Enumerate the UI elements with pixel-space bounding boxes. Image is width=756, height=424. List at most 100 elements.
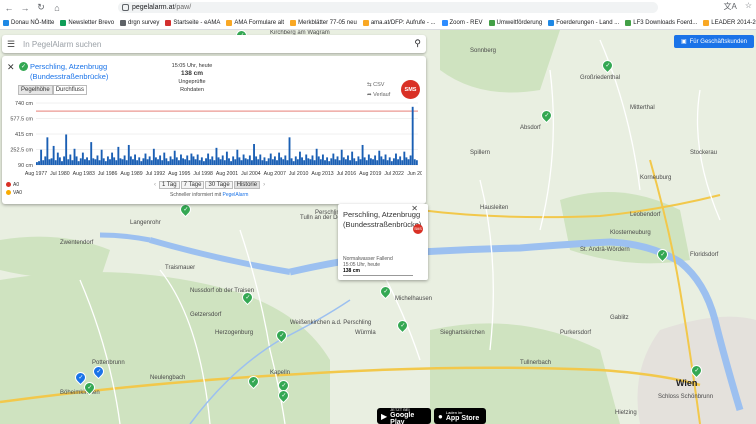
panel-actions: ⇆ CSV ➦ Verlauf [367, 80, 390, 100]
place-label: Getzersdorf [190, 312, 222, 318]
bookmark-item[interactable]: LEADER 2014-2020 [703, 19, 756, 26]
gauge-marker-icon[interactable]: ✓ [177, 201, 194, 218]
range-history[interactable]: Historie [233, 181, 261, 189]
gauge-marker-icon[interactable]: ✓ [245, 373, 262, 390]
bookmark-label: drgn survey [128, 19, 160, 26]
range-30-days[interactable]: 30 Tage [205, 181, 233, 189]
bookmark-item[interactable]: Merkblätter 77-05 neu [290, 19, 357, 26]
chart-bar [359, 159, 362, 165]
gauge-marker-icon[interactable]: ✓ [538, 107, 555, 124]
gauge-marker-icon[interactable]: ✓ [654, 246, 671, 263]
range-7-days[interactable]: 7 Tage [180, 181, 205, 189]
csv-link[interactable]: ⇆ CSV [367, 80, 390, 90]
reload-icon[interactable]: ↻ [34, 1, 48, 14]
popup-sms-icon[interactable]: SMS [413, 224, 423, 234]
chart-bar [106, 156, 109, 165]
app-store-text: Laden im App Store [446, 410, 479, 422]
chart-bar [150, 160, 153, 165]
search-icon[interactable]: ⚲ [414, 38, 421, 49]
bookmark-item[interactable]: Foerderungen - Land ... [548, 19, 619, 26]
address-bar[interactable]: pegelalarm.at/paw/ [118, 2, 658, 13]
station-name[interactable]: Perschling, Atzenbrugg (Bundesstraßenbrü… [30, 62, 130, 82]
chart-bar [79, 158, 82, 165]
reading-timestamp: 15:05 Uhr, heute [171, 63, 213, 69]
chart-bar [200, 157, 203, 165]
chevron-right-icon[interactable]: › [261, 182, 267, 188]
back-icon[interactable]: ← [2, 1, 16, 14]
site-info-icon[interactable] [122, 4, 129, 11]
close-icon[interactable]: ✕ [7, 62, 15, 73]
chart-ytick-label: 577.5 cm [10, 117, 33, 123]
forward-icon[interactable]: → [18, 1, 32, 14]
place-label: Traismauer [165, 265, 196, 271]
bookmark-label: LEADER 2014-2020 [711, 19, 756, 26]
chart-bar [202, 161, 205, 165]
water-level-chart[interactable]: 740 cm 577.5 cm 415 cm 252.5 cm 90 cm Aug 197… [4, 99, 422, 179]
bookmark-item[interactable]: LF3 Downloads Foerd... [625, 19, 697, 26]
sms-button[interactable]: SMS [401, 80, 420, 99]
search-bar[interactable]: ☰ In PegelAlarm suchen ⚲ [2, 35, 426, 53]
gauge-marker-icon[interactable]: ✓ [599, 57, 616, 74]
chart-bar [117, 146, 120, 165]
gauge-marker-icon[interactable]: ✓ [377, 283, 394, 300]
chart-xtick-label: Jun 2025 [407, 171, 422, 177]
chart-bar [88, 160, 91, 165]
chart-bar [58, 157, 61, 165]
chart-bar [152, 148, 155, 165]
chart-bar [367, 154, 370, 165]
station-panel: ✕ ✓ Perschling, Atzenbrugg (Bundesstraße… [2, 56, 426, 204]
tab-durchfluss[interactable]: Durchfluss [52, 85, 88, 95]
bookmark-favicon-icon [120, 19, 127, 26]
google-play-badge[interactable]: ▶ JETZT BEI Google Play [377, 407, 431, 424]
bookmark-label: Umweltförderung [496, 19, 543, 26]
chart-xtick-label: Jul 2016 [337, 171, 357, 177]
bookmark-item[interactable]: Umweltförderung [488, 19, 543, 26]
chart-bar [238, 157, 241, 165]
bookmark-item[interactable]: ama.at/DFP: Aufrufe - ... [362, 19, 436, 26]
place-label: Kapelln [270, 370, 291, 376]
bookmark-item[interactable]: Startseite - eAMA [165, 19, 220, 26]
chart-bar [344, 159, 347, 165]
chevron-left-icon[interactable]: ‹ [152, 182, 158, 188]
star-icon[interactable]: ☆ [745, 1, 752, 12]
bookmark-favicon-icon [290, 19, 297, 26]
translate-icon[interactable]: 文A [723, 1, 736, 12]
bookmark-item[interactable]: Zoom - REV [441, 19, 483, 26]
chart-bar [248, 155, 251, 165]
powered-brand[interactable]: PegelAlarm [223, 192, 249, 198]
chart-bar [38, 161, 40, 165]
station-popup[interactable]: ✕ Perschling, Atzenbrugg (Bundesstraßenb… [338, 204, 428, 280]
csv-label: CSV [373, 82, 385, 88]
chart-bar [411, 106, 414, 165]
gauge-marker-icon[interactable]: ✓ [688, 362, 705, 379]
gauge-marker-icon[interactable]: ✓ [394, 317, 411, 334]
bookmark-item[interactable]: Donau NÖ-Mitte [3, 19, 54, 26]
chart-bar [259, 154, 262, 165]
place-label: Zwentendorf [60, 240, 94, 246]
place-label: Floridsdorf [690, 252, 719, 258]
legend-label-a0: A0 [13, 182, 20, 188]
hamburger-icon[interactable]: ☰ [7, 39, 19, 50]
business-customers-button[interactable]: ▣ Für Geschäftskunden [674, 35, 754, 48]
gauge-marker-icon[interactable]: ✓ [273, 327, 290, 344]
bookmark-item[interactable]: drgn survey [120, 19, 160, 26]
gauge-marker-icon[interactable]: ✓ [275, 387, 292, 404]
place-label: Korneuburg [640, 175, 672, 181]
bookmark-item[interactable]: AMA Formulare alt [226, 19, 284, 26]
chart-bar [61, 161, 63, 165]
place-label: Weißenkirchen a.d. Perschling [290, 320, 372, 326]
chart-bar [378, 150, 381, 165]
tab-pegelhoehe[interactable]: Pegelhöhe [18, 85, 53, 95]
bookmark-item[interactable]: Newsletter Brevo [60, 19, 114, 26]
chart-bar [338, 160, 341, 165]
chart-bar [395, 153, 397, 165]
gauge-marker-icon[interactable]: ✓ [72, 369, 89, 386]
app-store-badge[interactable]: ● Laden im App Store [434, 408, 486, 424]
search-input[interactable]: In PegelAlarm suchen [23, 40, 101, 49]
gauge-marker-icon[interactable]: ✓ [90, 363, 107, 380]
chart-bar [355, 161, 358, 165]
gauge-marker-icon[interactable]: ✓ [239, 289, 256, 306]
home-icon[interactable]: ⌂ [50, 1, 64, 14]
chart-bar [109, 159, 111, 165]
range-1-day[interactable]: 1 Tag [159, 181, 180, 189]
